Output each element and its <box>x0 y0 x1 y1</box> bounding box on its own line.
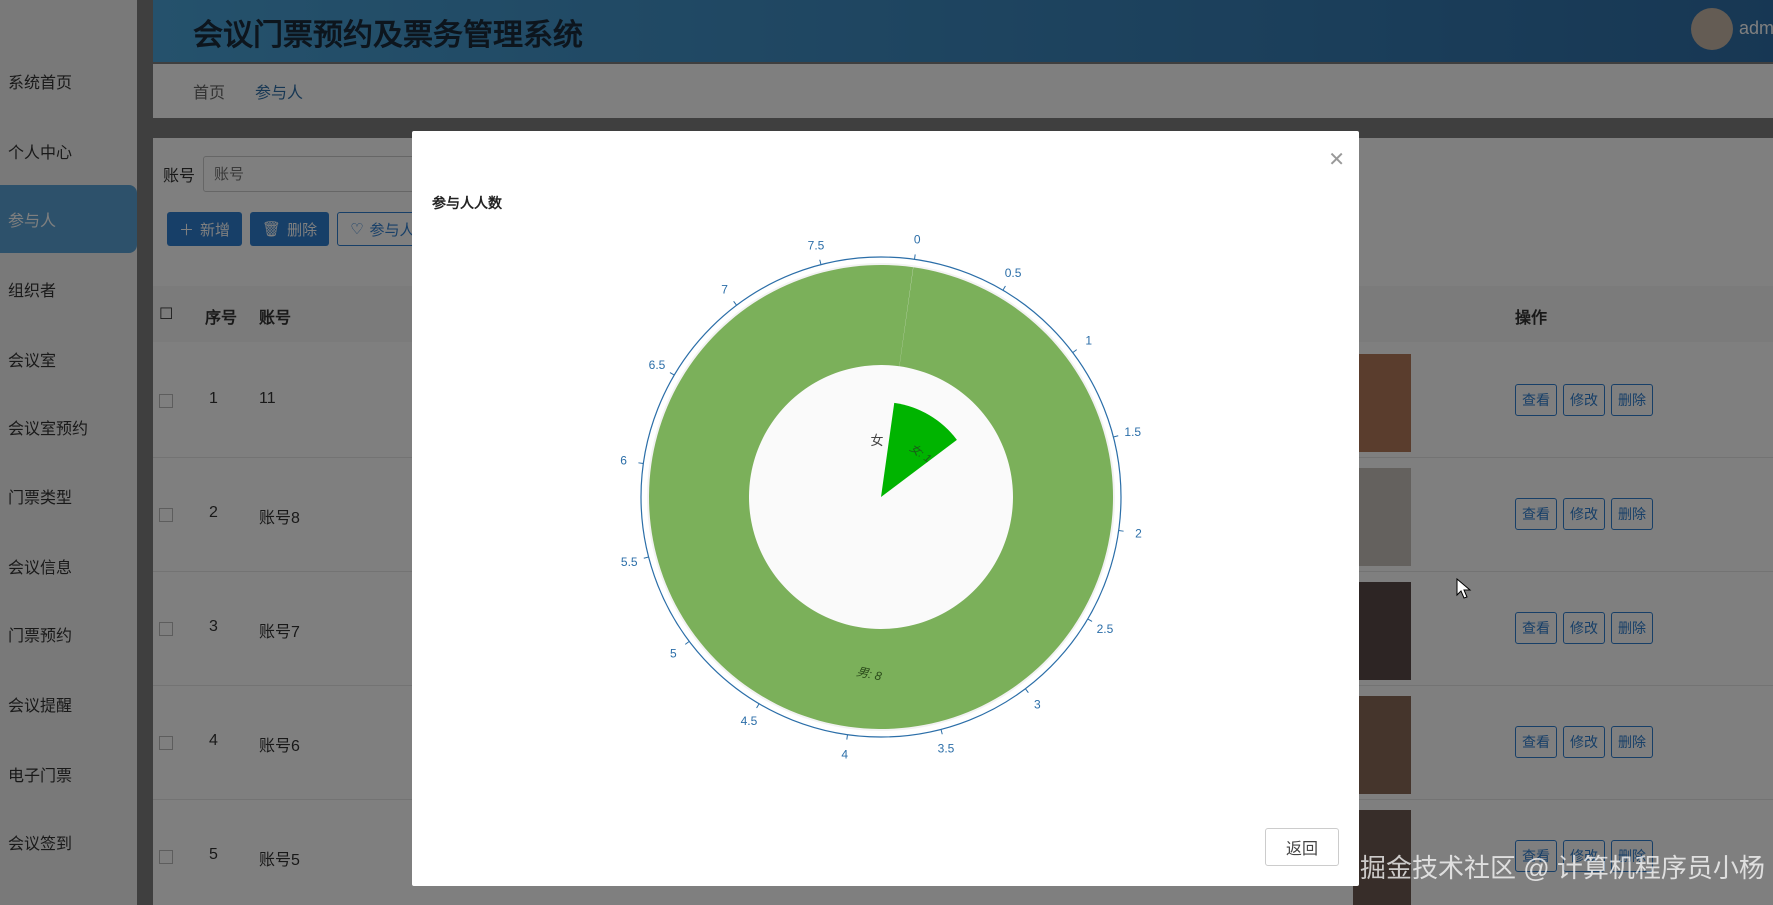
axis-tick <box>846 734 849 740</box>
axis-tick-label: 2.5 <box>1097 622 1114 636</box>
polar-chart: 00.511.522.533.544.555.566.577.5 女女: 1男:… <box>620 233 1142 762</box>
axis-tick <box>1118 529 1124 532</box>
axis-tick-label: 1 <box>1085 334 1092 348</box>
axis-tick-label: 7 <box>721 282 728 296</box>
axis-tick-label: 1.5 <box>1124 425 1141 439</box>
axis-tick-label: 2 <box>1135 526 1142 540</box>
axis-tick <box>1087 618 1093 622</box>
axis-tick-label: 6.5 <box>649 358 666 372</box>
chart-modal: ✕ 参与人人数 0 0.5 1 1.5 2 2.5 3 3.5 4 4.5 5 5.5 6 6.5 7 7.5… <box>412 131 1359 886</box>
axis-tick <box>733 300 738 306</box>
axis-tick <box>940 729 943 735</box>
axis-tick-label: 3 <box>1034 698 1041 712</box>
axis-tick-label: 0.5 <box>1005 266 1022 280</box>
watermark: 掘金技术社区 @ 计算机程序员小杨 <box>1360 853 1765 883</box>
axis-tick <box>1072 349 1078 354</box>
axis-tick-label: 0 <box>914 233 921 247</box>
axis-tick <box>669 372 675 376</box>
axis-tick <box>643 556 649 559</box>
axis-tick <box>1024 688 1029 694</box>
axis-tick-label: 7.5 <box>808 238 825 252</box>
category-label-female: 女 <box>870 433 883 448</box>
axis-tick <box>756 703 760 709</box>
axis-tick-label: 3.5 <box>938 742 955 756</box>
axis-tick-label: 5.5 <box>621 555 638 569</box>
back-button[interactable]: 返回 <box>1265 828 1339 866</box>
axis-tick-label: 4.5 <box>741 714 758 728</box>
axis-tick <box>819 259 822 265</box>
axis-tick <box>638 462 644 465</box>
axis-tick <box>1002 285 1006 291</box>
axis-tick <box>684 640 690 645</box>
axis-tick <box>1113 435 1119 438</box>
axis-tick <box>913 254 916 260</box>
mouse-cursor-icon <box>1456 578 1472 599</box>
axis-tick-label: 4 <box>841 747 848 761</box>
axis-tick-label: 5 <box>670 646 677 660</box>
axis-tick-label: 6 <box>620 454 627 468</box>
